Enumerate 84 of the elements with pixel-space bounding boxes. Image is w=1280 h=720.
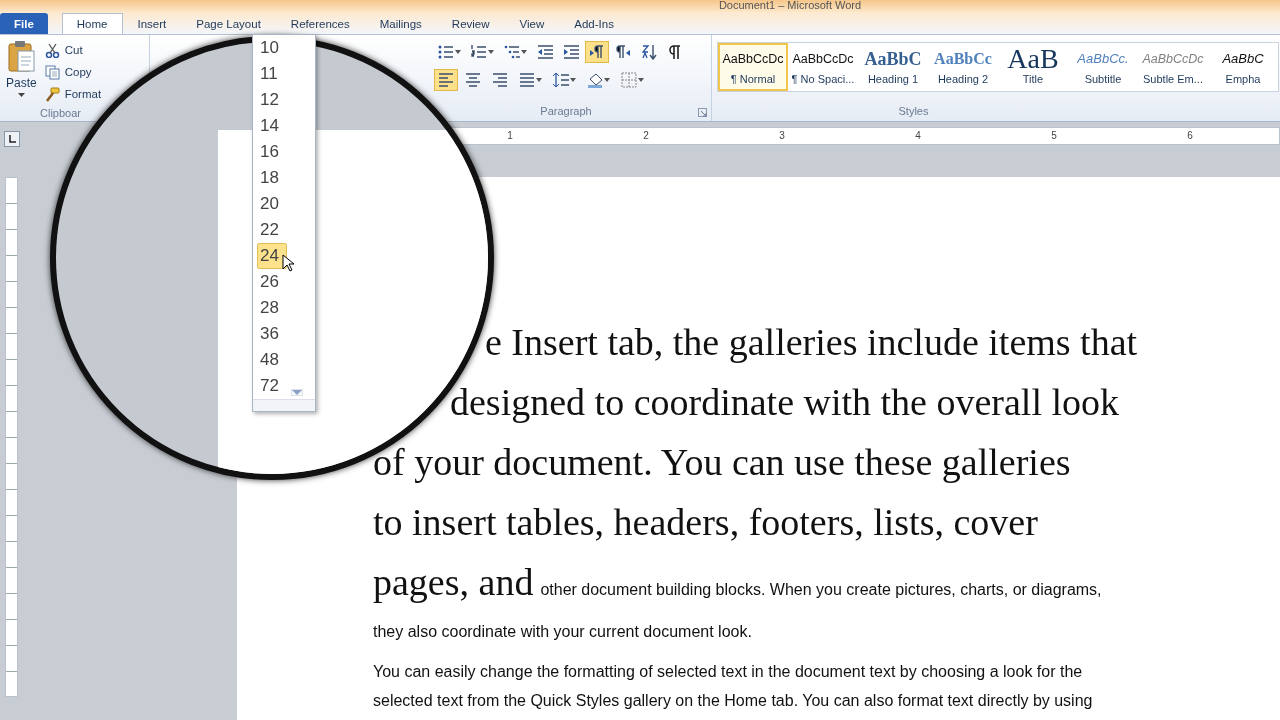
caret-icon: [521, 50, 527, 54]
ruler-number: 1: [507, 129, 513, 143]
caret-icon: [488, 50, 494, 54]
toolbar-button[interactable]: [585, 41, 609, 63]
align-right-icon: [492, 72, 508, 88]
bullet-list-icon: [438, 44, 454, 60]
document-text: e Insert tab, the galleries include items that: [485, 320, 1138, 365]
font-size-option[interactable]: 20: [257, 191, 287, 217]
font-size-option[interactable]: 12: [257, 87, 287, 113]
font-size-option[interactable]: 72: [257, 373, 287, 399]
align-center-icon: [465, 72, 481, 88]
document-text: other document building blocks. When you create pictures, charts, or diagrams,: [540, 580, 1102, 600]
justify-icon: [519, 72, 535, 88]
ribbon-tab[interactable]: Mailings: [364, 13, 437, 34]
document-text: they also coordinate with your current document look.: [373, 622, 752, 642]
clipboard-icon: [6, 39, 37, 73]
caret-icon: [536, 78, 542, 82]
font-size-option[interactable]: 16: [257, 139, 287, 165]
font-size-option[interactable]: 14: [257, 113, 287, 139]
ribbon-tab[interactable]: Review: [436, 13, 505, 34]
sort-icon: [641, 44, 657, 60]
caret-icon: [570, 78, 576, 82]
copy-icon: [44, 64, 60, 80]
document-text: of your document. You can use these galleries: [373, 440, 1071, 485]
right-to-left-icon: [615, 44, 631, 60]
borders-icon: [621, 72, 637, 88]
font-size-option[interactable]: 18: [257, 165, 287, 191]
font-size-option[interactable]: 11: [257, 61, 287, 87]
ribbon-tab[interactable]: Page Layout: [181, 13, 276, 34]
numbered-list-icon: [471, 44, 487, 60]
font-size-option[interactable]: 22: [257, 217, 287, 243]
group-label: Styles: [897, 103, 930, 119]
style-gallery-item[interactable]: AaBbCcDc Subtle Em...: [1138, 43, 1208, 91]
group-label: Clipboar: [39, 106, 82, 121]
paintbrush-icon: [44, 86, 60, 102]
font-size-option[interactable]: 10: [257, 35, 287, 61]
document-text: pages, and: [373, 560, 534, 605]
caret-icon: [455, 50, 461, 54]
line-spacing-icon: [553, 72, 569, 88]
style-gallery-item[interactable]: AaBbC Heading 1: [858, 43, 928, 91]
style-gallery-item[interactable]: AaB Title: [998, 43, 1068, 91]
left-to-right-icon: [589, 44, 605, 60]
style-gallery-item[interactable]: AaBbCcDc ¶ Normal: [718, 43, 788, 91]
file-tab[interactable]: File: [0, 13, 48, 34]
ruler-number: 5: [1051, 129, 1057, 143]
ruler-number: 6: [1187, 129, 1193, 143]
pilcrow-icon: [667, 44, 683, 60]
caret-icon: [638, 78, 644, 82]
caret-icon: [604, 78, 610, 82]
increase-indent-icon: [563, 44, 579, 60]
caret-icon: [292, 390, 302, 395]
window-title: Document1 – Microsoft Word: [718, 0, 862, 12]
scissors-icon: [44, 42, 60, 58]
document-text: You can easily change the formatting of selected text in the document text by choosing a look for the: [373, 662, 1083, 682]
ruler-number: 2: [643, 129, 649, 143]
group-label: Paragraph: [539, 103, 593, 119]
tab-selector-icon[interactable]: [4, 131, 20, 147]
font-size-option[interactable]: 36: [257, 321, 287, 347]
document-text: designed to coordinate with the overall look: [450, 380, 1120, 425]
resize-grip[interactable]: [253, 399, 315, 411]
font-size-option[interactable]: 26: [257, 269, 287, 295]
paste-button[interactable]: Paste: [0, 35, 43, 105]
decrease-indent-icon: [537, 44, 553, 60]
ribbon-tab[interactable]: References: [275, 13, 365, 34]
paint-bucket-icon: [587, 72, 603, 88]
multilevel-list-icon: [504, 44, 520, 60]
font-size-option[interactable]: 48: [257, 347, 287, 373]
font-size-option[interactable]: 28: [257, 295, 287, 321]
style-gallery-item[interactable]: AaBbCc. Subtitle: [1068, 43, 1138, 91]
caret-icon: [17, 93, 25, 97]
ruler-number: 4: [915, 129, 921, 143]
ribbon-tab[interactable]: Add-Ins: [559, 13, 629, 34]
align-left-icon: [438, 72, 454, 88]
mouse-pointer-icon: [282, 254, 294, 272]
document-text: selected text from the Quick Styles gallery on the Home tab. You can also format text directly by using: [373, 691, 1093, 711]
style-gallery-item[interactable]: AaBbCc Heading 2: [928, 43, 998, 91]
ribbon-tab[interactable]: View: [504, 13, 560, 34]
style-gallery-item[interactable]: AaBbC Empha: [1208, 43, 1278, 91]
ribbon-tab[interactable]: Insert: [122, 13, 182, 34]
ruler-number: 3: [779, 129, 785, 143]
document-text: to insert tables, headers, footers, lists, cover: [373, 500, 1038, 545]
ribbon-tab[interactable]: Home: [61, 13, 123, 34]
style-gallery-item[interactable]: AaBbCcDc ¶ No Spaci...: [788, 43, 858, 91]
dialog-launcher-icon[interactable]: [698, 108, 707, 117]
